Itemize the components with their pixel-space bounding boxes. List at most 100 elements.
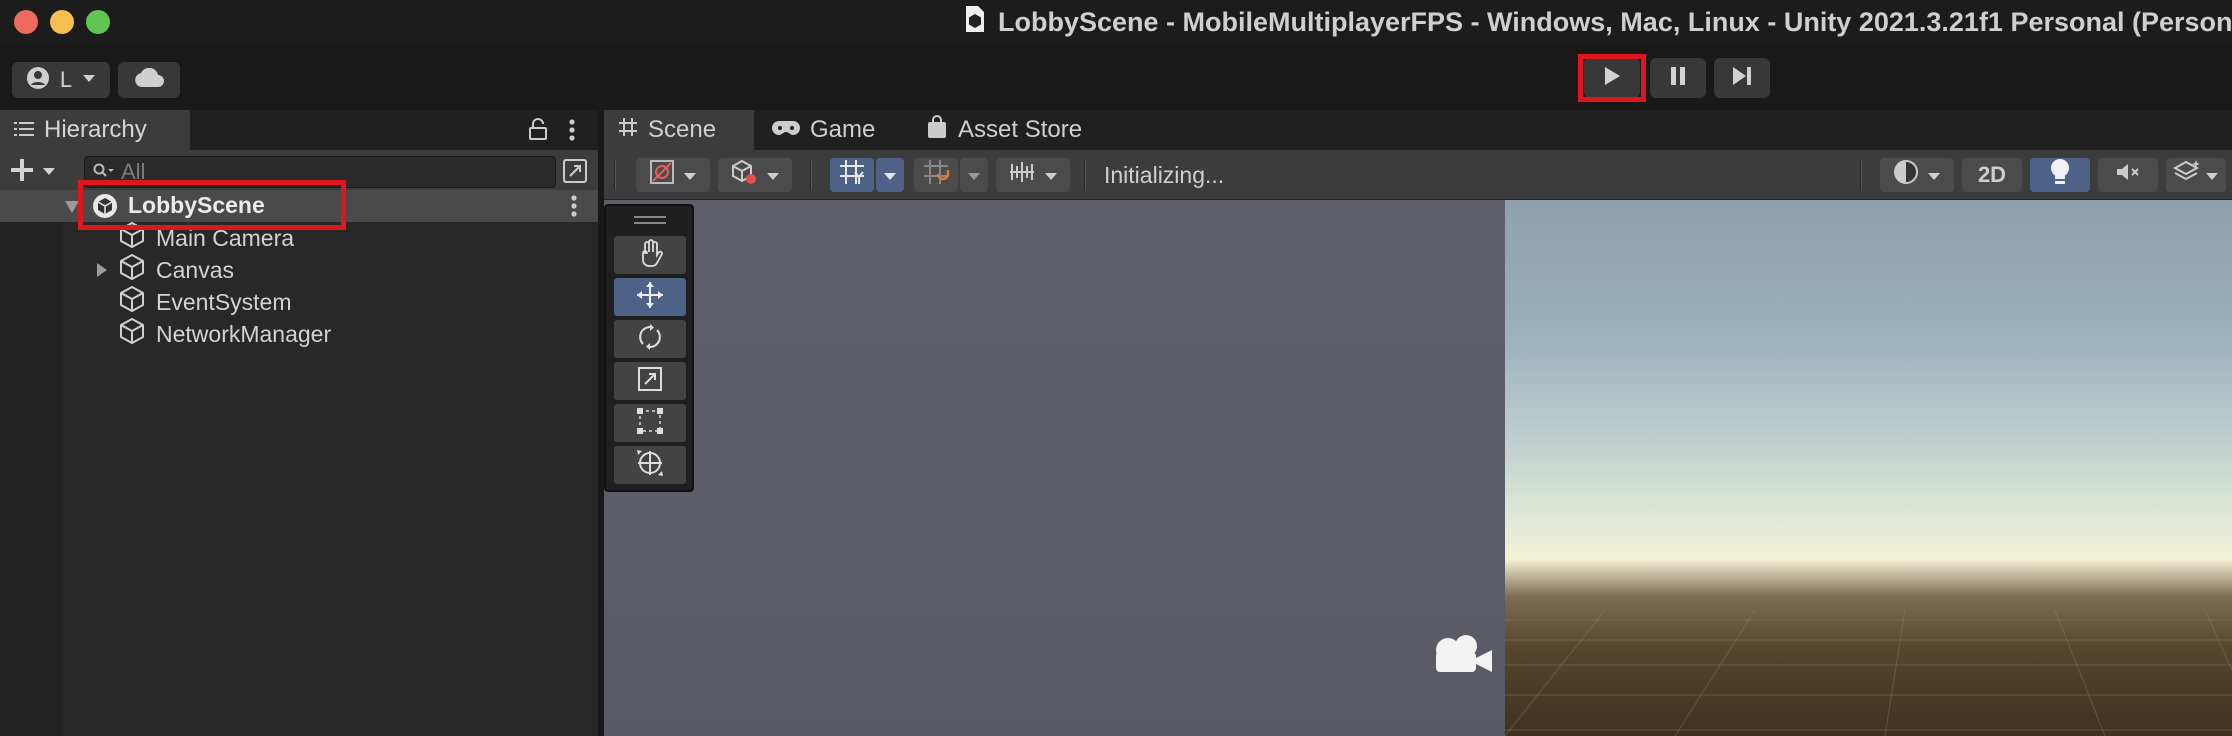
account-dropdown[interactable]: L <box>12 62 110 98</box>
scene-toolbar: Initializing... 2D <box>604 150 2232 200</box>
tab-hierarchy-label: Hierarchy <box>44 116 147 143</box>
close-window-button[interactable] <box>14 10 38 34</box>
hierarchy-gutter <box>0 194 62 736</box>
grid-visibility-toggle[interactable] <box>830 158 874 192</box>
rect-transform-icon <box>636 407 664 440</box>
hierarchy-item-label: Canvas <box>156 256 234 283</box>
tab-game[interactable]: Game <box>772 110 875 150</box>
window-title-text: LobbyScene - MobileMultiplayerFPS - Wind… <box>998 6 2232 37</box>
speaker-muted-icon <box>2115 161 2141 189</box>
toolbar-separator <box>614 160 616 190</box>
tab-label: Asset Store <box>958 116 1083 143</box>
tool-palette <box>604 204 694 492</box>
hand-tool-button[interactable] <box>614 236 686 274</box>
hierarchy-panel: Hierarchy All LobbyScene Main Camera Can… <box>0 110 598 736</box>
layers-sparkle-icon <box>2172 159 2201 191</box>
grid-snapping-toggle[interactable] <box>914 158 958 192</box>
scene-tabbar: Scene Game Asset Store <box>604 110 2232 150</box>
rotate-icon <box>636 323 664 356</box>
unity-document-icon <box>964 5 986 40</box>
step-icon <box>1732 66 1752 91</box>
tab-asset-store[interactable]: Asset Store <box>926 110 1082 150</box>
rect-tool-button[interactable] <box>614 404 686 442</box>
draw-mode-icon <box>649 159 675 191</box>
cube-with-badge-icon <box>730 158 758 192</box>
drag-handle[interactable] <box>634 222 666 224</box>
toolbar-separator <box>1084 160 1086 190</box>
hierarchy-item-canvas[interactable]: Canvas <box>96 254 234 286</box>
hierarchy-tabbar: Hierarchy <box>0 110 598 150</box>
lightbulb-icon <box>2049 158 2071 192</box>
toolbar-separator <box>1860 160 1862 190</box>
scene-viewport[interactable] <box>604 200 1505 736</box>
draw-mode-dropdown[interactable] <box>636 158 710 192</box>
tab-label: Scene <box>648 116 717 143</box>
grid-snap-icon <box>922 158 950 192</box>
lighting-toggle[interactable] <box>2030 158 2090 192</box>
gameobject-cube-icon <box>118 253 146 287</box>
chevron-down-icon <box>2205 162 2219 188</box>
scene-status-text: Initializing... <box>1104 162 1225 188</box>
window-titlebar: LobbyScene - MobileMultiplayerFPS - Wind… <box>0 0 2232 44</box>
chevron-down-icon <box>683 162 697 188</box>
chevron-down-icon <box>1927 162 1941 188</box>
grid-y-icon <box>838 158 866 192</box>
drag-handle[interactable] <box>634 216 666 218</box>
gamepad-icon <box>772 116 800 144</box>
effects-dropdown[interactable] <box>2166 158 2226 192</box>
rotate-tool-button[interactable] <box>614 320 686 358</box>
hierarchy-item-label: NetworkManager <box>156 320 332 347</box>
toggle-2d-button[interactable]: 2D <box>1962 158 2022 192</box>
list-icon <box>14 116 34 144</box>
gameobject-cube-icon <box>118 285 146 319</box>
cloud-button[interactable] <box>118 62 180 98</box>
step-button[interactable] <box>1714 58 1770 98</box>
account-label: L <box>59 67 73 92</box>
ground-grid <box>1505 609 2232 736</box>
pause-icon <box>1670 66 1686 91</box>
chevron-down-icon <box>82 71 96 89</box>
hierarchy-item-eventsystem[interactable]: EventSystem <box>118 286 292 318</box>
move-tool-button[interactable] <box>614 278 686 316</box>
scene-row-highlight <box>78 180 346 230</box>
tab-scene[interactable]: Scene <box>604 110 754 150</box>
transform-tool-button[interactable] <box>614 446 686 484</box>
create-button[interactable] <box>10 158 56 187</box>
scene-more-options-icon[interactable] <box>570 194 578 223</box>
hierarchy-item-networkmanager[interactable]: NetworkManager <box>118 318 331 350</box>
scene-panel: Scene Game Asset Store Initializing... 2… <box>604 110 2232 736</box>
expand-right-arrow-icon[interactable] <box>96 257 108 284</box>
camera-gizmo-icon[interactable] <box>1430 630 1500 683</box>
grid-axis-dropdown[interactable] <box>876 158 904 192</box>
shopping-bag-icon <box>926 114 948 146</box>
hierarchy-item-label: EventSystem <box>156 288 292 315</box>
shading-mode-dropdown[interactable] <box>1880 158 1954 192</box>
audio-toggle[interactable] <box>2098 158 2158 192</box>
sphere-shading-icon <box>1893 159 1919 191</box>
increment-snap-dropdown[interactable] <box>996 158 1070 192</box>
gameobject-cube-icon <box>118 317 146 351</box>
scene-skybox-view[interactable] <box>1505 200 2232 736</box>
cloud-icon <box>134 67 164 93</box>
scale-tool-button[interactable] <box>614 362 686 400</box>
ruler-icon <box>1008 160 1036 190</box>
toolbar-separator <box>810 160 812 190</box>
minimize-window-button[interactable] <box>50 10 74 34</box>
main-toolbar: L <box>0 44 2232 110</box>
scene-visibility-icon[interactable] <box>562 158 588 189</box>
tab-label: Game <box>810 116 876 143</box>
hand-icon <box>636 238 664 272</box>
window-title: LobbyScene - MobileMultiplayerFPS - Wind… <box>964 4 2232 40</box>
tab-hierarchy[interactable]: Hierarchy <box>0 110 190 150</box>
grid-snapping-dropdown[interactable] <box>960 158 988 192</box>
plus-icon <box>10 158 34 187</box>
chevron-down-icon <box>967 162 981 188</box>
pause-button[interactable] <box>1650 58 1706 98</box>
more-options-icon[interactable] <box>568 118 576 147</box>
play-button-highlight <box>1578 54 1646 102</box>
chevron-down-icon <box>883 162 897 188</box>
lock-icon[interactable] <box>528 118 548 145</box>
chevron-down-icon <box>42 164 56 182</box>
maximize-window-button[interactable] <box>86 10 110 34</box>
scene-view-mode-dropdown[interactable] <box>718 158 792 192</box>
